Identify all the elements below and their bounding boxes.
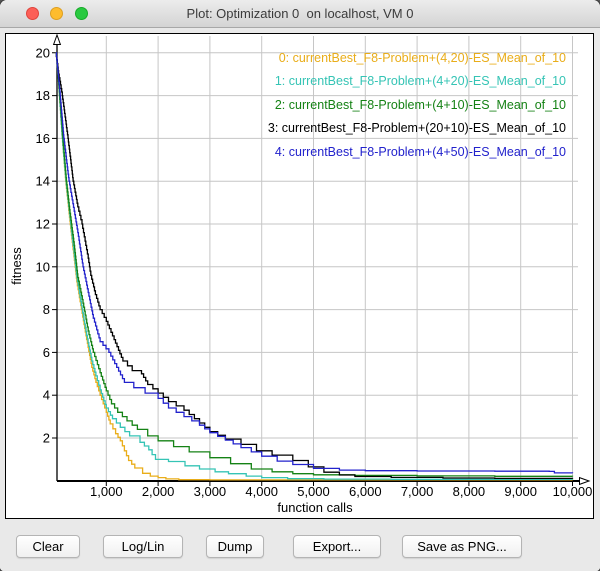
clear-button[interactable]: Clear xyxy=(16,535,80,558)
titlebar[interactable]: Plot: Optimization 0 on localhost, VM 0 xyxy=(0,0,600,28)
plot-window: Plot: Optimization 0 on localhost, VM 0 … xyxy=(0,0,600,571)
svg-text:7,000: 7,000 xyxy=(401,484,434,499)
svg-text:2,000: 2,000 xyxy=(142,484,175,499)
svg-text:4: 4 xyxy=(43,388,50,403)
svg-text:9,000: 9,000 xyxy=(504,484,537,499)
svg-text:2: 2 xyxy=(43,431,50,446)
svg-text:5,000: 5,000 xyxy=(297,484,330,499)
svg-text:8: 8 xyxy=(43,302,50,317)
export-button[interactable]: Export... xyxy=(293,535,381,558)
close-button[interactable] xyxy=(26,7,39,20)
button-bar: Clear Log/Lin Dump Export... Save as PNG… xyxy=(0,519,600,571)
series-line xyxy=(56,53,572,479)
svg-text:function calls: function calls xyxy=(277,500,353,515)
svg-text:10,000: 10,000 xyxy=(553,484,593,499)
svg-text:6,000: 6,000 xyxy=(349,484,382,499)
plot-panel: 2 4 6 8 10 12 14 16 18 20 1,000 2,000 3,000 4,000 5,00… xyxy=(5,33,594,519)
dump-button[interactable]: Dump xyxy=(206,535,264,558)
svg-text:14: 14 xyxy=(36,174,50,189)
svg-text:16: 16 xyxy=(36,131,50,146)
log-lin-button[interactable]: Log/Lin xyxy=(103,535,183,558)
window-content: 2 4 6 8 10 12 14 16 18 20 1,000 2,000 3,000 4,000 5,00… xyxy=(0,28,600,571)
traffic-lights xyxy=(26,7,95,21)
svg-text:6: 6 xyxy=(43,345,50,360)
svg-text:8,000: 8,000 xyxy=(453,484,486,499)
window-title: Plot: Optimization 0 on localhost, VM 0 xyxy=(90,0,510,28)
svg-text:12: 12 xyxy=(36,217,50,232)
svg-text:4,000: 4,000 xyxy=(245,484,278,499)
minimize-button[interactable] xyxy=(50,7,63,20)
svg-text:10: 10 xyxy=(36,259,50,274)
series-line xyxy=(56,53,572,480)
save-as-png-button[interactable]: Save as PNG... xyxy=(402,535,522,558)
series-line xyxy=(56,53,572,477)
svg-text:20: 20 xyxy=(36,45,50,60)
maximize-button[interactable] xyxy=(75,7,88,20)
svg-text:3,000: 3,000 xyxy=(194,484,227,499)
chart-canvas: 2 4 6 8 10 12 14 16 18 20 1,000 2,000 3,000 4,000 5,00… xyxy=(6,34,593,518)
svg-text:fitness: fitness xyxy=(9,247,24,285)
svg-text:1,000: 1,000 xyxy=(90,484,123,499)
svg-text:18: 18 xyxy=(36,88,50,103)
series-line xyxy=(56,53,572,473)
